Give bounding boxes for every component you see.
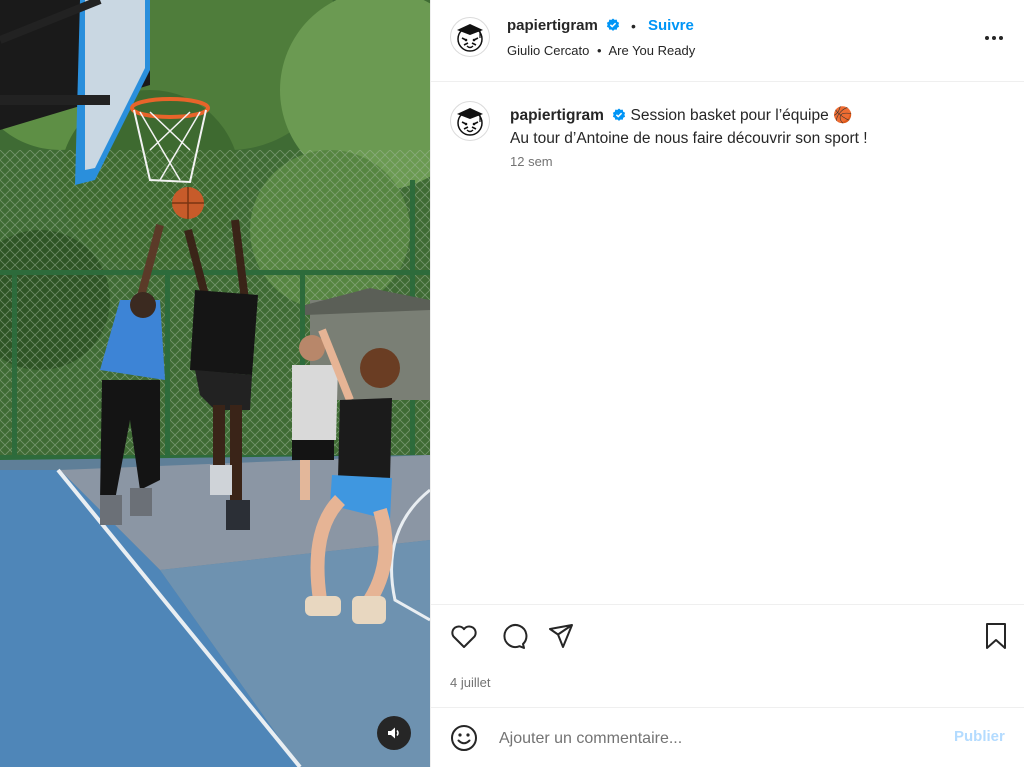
caption-timestamp[interactable]: 12 sem xyxy=(510,154,553,169)
more-options-icon[interactable] xyxy=(982,28,1006,48)
post-date[interactable]: 4 juillet xyxy=(450,675,490,690)
instagram-post: papiertigram • Suivre Giulio Cercato • A… xyxy=(0,0,1024,767)
caption-username[interactable]: papiertigram xyxy=(510,107,604,124)
post-side-panel: papiertigram • Suivre Giulio Cercato • A… xyxy=(430,0,1024,767)
verified-badge-icon xyxy=(606,18,620,31)
follow-button[interactable]: Suivre xyxy=(648,17,694,34)
emoji-icon[interactable] xyxy=(450,724,478,752)
verified-badge-icon xyxy=(613,108,626,121)
separator-dot: • xyxy=(631,18,636,34)
action-bar: 4 juillet xyxy=(431,604,1024,708)
speaker-icon xyxy=(388,727,399,739)
tiger-logo-icon xyxy=(457,24,483,52)
publish-button[interactable]: Publier xyxy=(954,728,1005,745)
comment-input[interactable] xyxy=(497,726,941,752)
audio-toggle-button[interactable] xyxy=(377,716,411,750)
audio-artist[interactable]: Giulio Cercato xyxy=(507,43,589,58)
avatar[interactable] xyxy=(450,101,490,141)
basketball-emoji: 🏀 xyxy=(833,107,853,124)
comment-icon[interactable] xyxy=(498,621,528,651)
post-media[interactable] xyxy=(0,0,430,767)
heart-icon[interactable] xyxy=(449,621,479,651)
comment-form: Publier xyxy=(431,708,1024,767)
username[interactable]: papiertigram xyxy=(507,17,598,34)
basketball-video-frame xyxy=(0,0,430,767)
avatar[interactable] xyxy=(450,17,490,57)
audio-track[interactable]: Are You Ready xyxy=(608,43,695,58)
caption-line-1: Session basket pour l’équipe xyxy=(630,107,829,124)
caption-line-2: Au tour d’Antoine de nous faire découvri… xyxy=(510,130,868,147)
caption-text: papiertigram Session basket pour l’équip… xyxy=(510,104,1000,150)
separator-dot: • xyxy=(597,43,602,58)
audio-attribution[interactable]: Giulio Cercato • Are You Ready xyxy=(507,43,695,58)
tiger-logo-icon xyxy=(457,108,483,136)
post-header: papiertigram • Suivre Giulio Cercato • A… xyxy=(431,0,1024,82)
bookmark-icon[interactable] xyxy=(981,621,1011,651)
share-icon[interactable] xyxy=(546,621,576,651)
username-link[interactable]: papiertigram xyxy=(507,17,620,34)
